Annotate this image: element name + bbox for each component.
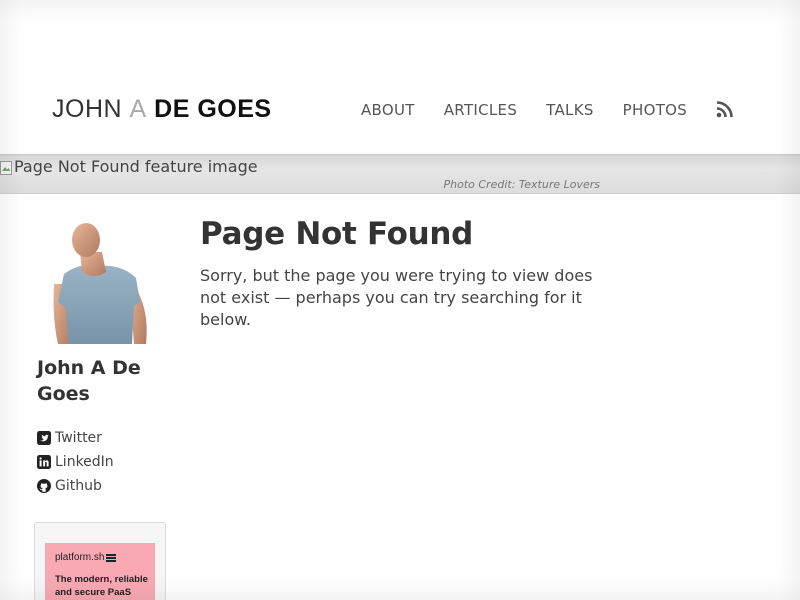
author-name: John A De Goes — [37, 357, 141, 405]
social-label-github: Github — [55, 478, 102, 494]
twitter-icon — [37, 431, 51, 445]
broken-image-icon — [0, 160, 12, 175]
sponsor-ad[interactable]: platform.sh The modern, reliable and sec… — [34, 522, 166, 600]
github-icon — [37, 479, 51, 493]
site-title-last: DE GOES — [154, 95, 272, 123]
social-link-twitter[interactable]: Twitter — [37, 426, 114, 450]
social-link-linkedin[interactable]: LinkedIn — [37, 450, 114, 474]
feature-image: Page Not Found feature image — [0, 157, 258, 176]
social-label-twitter: Twitter — [55, 430, 102, 446]
page: JOHN A DE GOES ABOUT ARTICLES TALKS PHOT… — [0, 0, 800, 600]
author-social-links: Twitter LinkedIn Github — [37, 426, 114, 498]
page-message: Sorry, but the page you were trying to v… — [200, 266, 593, 329]
rss-icon[interactable] — [716, 100, 734, 118]
page-title: Page Not Found — [200, 216, 474, 252]
nav-link-articles[interactable]: ARTICLES — [444, 101, 517, 119]
social-link-github[interactable]: Github — [37, 474, 114, 498]
site-title-link[interactable]: JOHN A DE GOES — [52, 95, 272, 124]
sponsor-ad-image: platform.sh The modern, reliable and sec… — [45, 543, 155, 600]
sponsor-logo-text: platform.sh — [55, 552, 105, 563]
social-label-linkedin: LinkedIn — [55, 454, 114, 470]
photo-credit: Photo Credit: Texture Lovers — [443, 178, 601, 191]
nav-link-photos[interactable]: PHOTOS — [623, 101, 687, 119]
nav-link-talks[interactable]: TALKS — [546, 101, 593, 119]
site-title-first: JOHN — [52, 95, 123, 123]
sponsor-logo: platform.sh — [55, 552, 117, 563]
nav-link-about[interactable]: ABOUT — [361, 101, 415, 119]
feature-image-alt-text: Page Not Found feature image — [14, 157, 258, 176]
linkedin-icon — [37, 455, 51, 469]
main-nav: ABOUT ARTICLES TALKS PHOTOS — [361, 101, 734, 119]
site-title-middle: A — [129, 95, 147, 123]
masthead: JOHN A DE GOES ABOUT ARTICLES TALKS PHOT… — [0, 0, 800, 154]
sponsor-tagline: The modern, reliable and secure PaaS — [55, 574, 148, 598]
sponsor-logo-icon — [106, 553, 117, 562]
author-avatar — [50, 222, 150, 344]
feature-image-band: Page Not Found feature image Photo Credi… — [0, 154, 800, 194]
